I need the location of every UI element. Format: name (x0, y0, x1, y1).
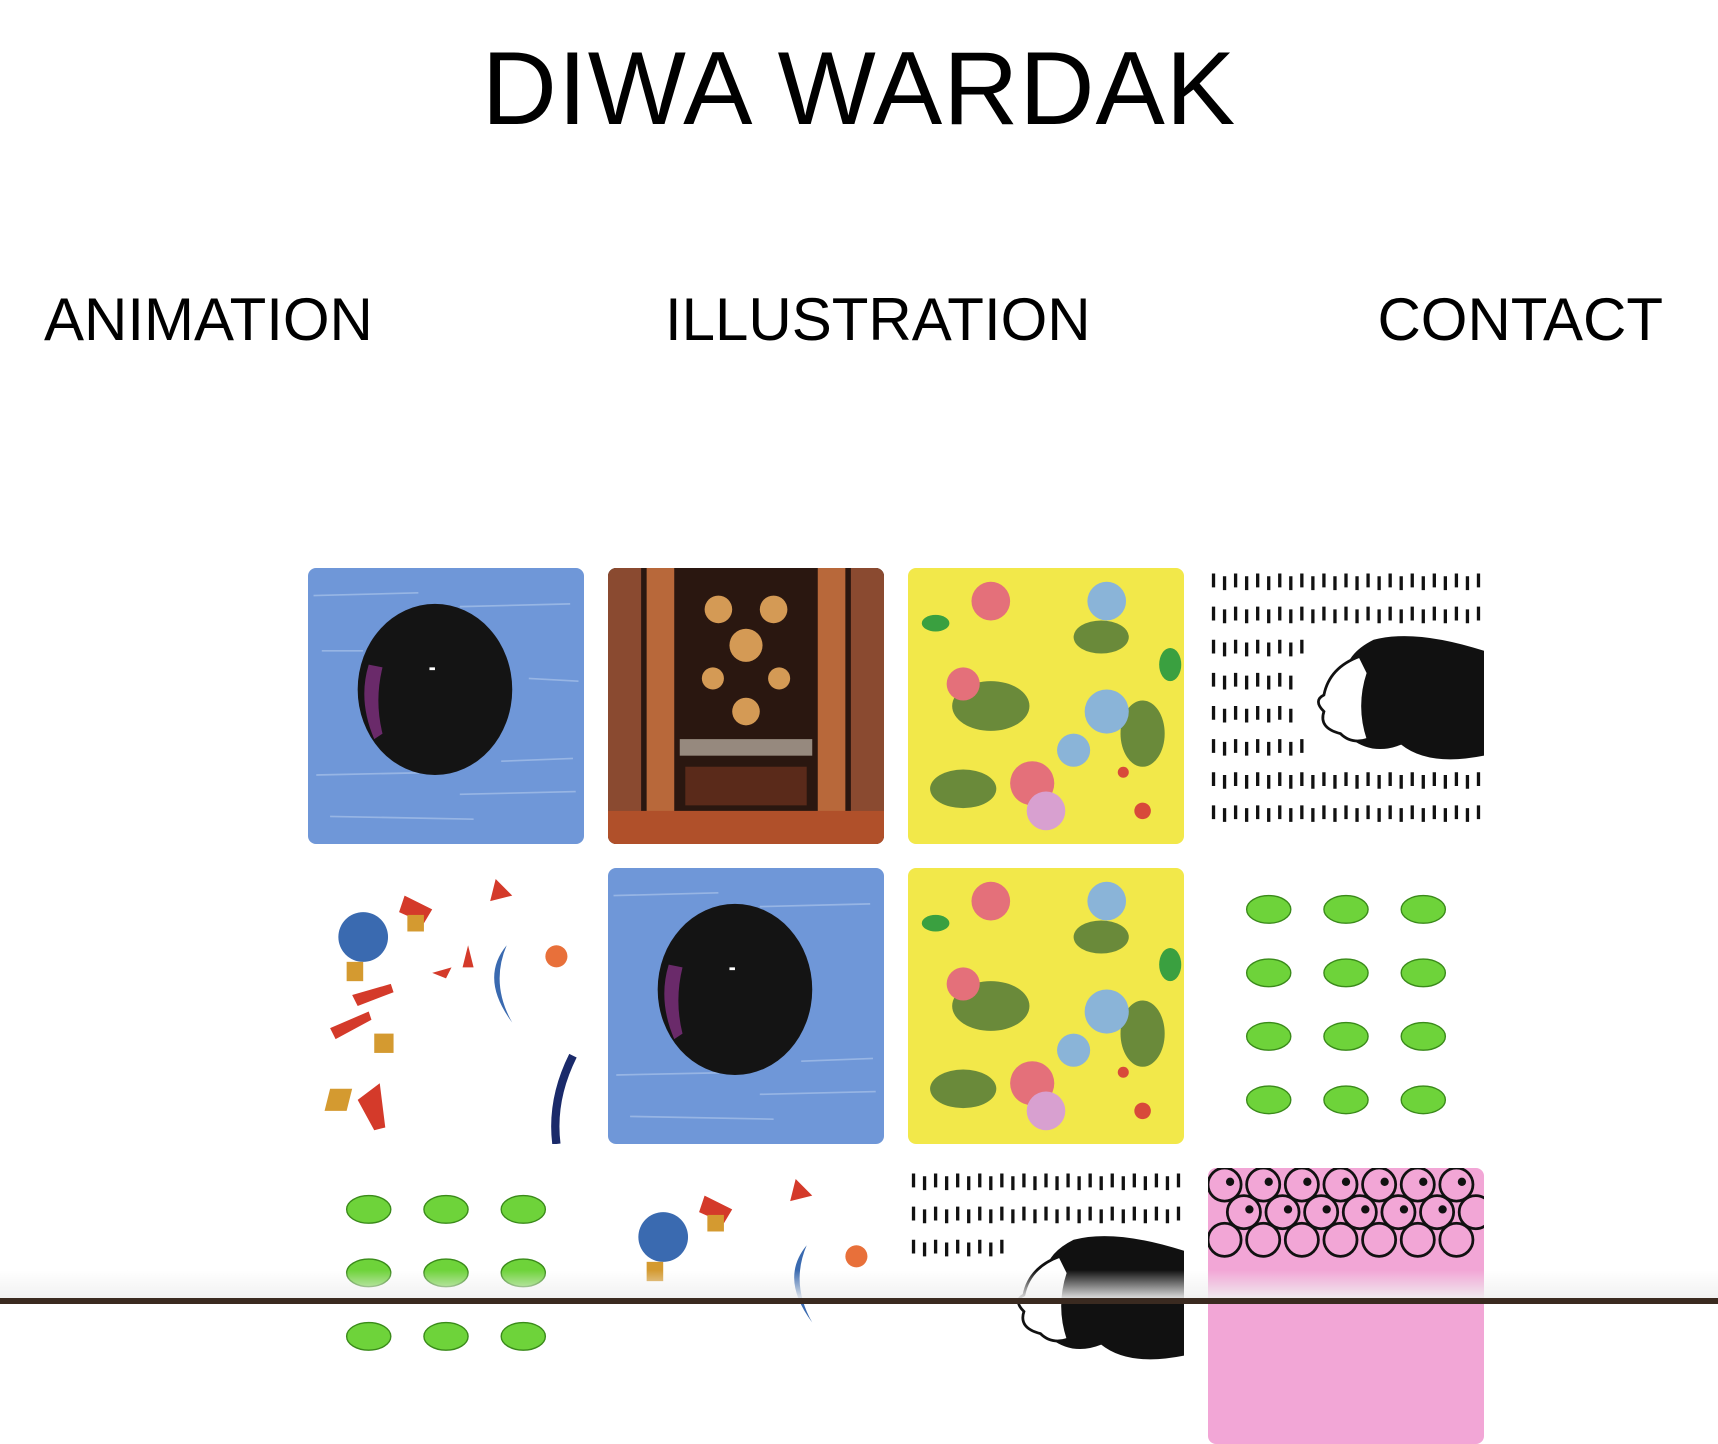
nav-animation[interactable]: ANIMATION (44, 285, 373, 355)
ornate-textile-artwork (608, 568, 884, 844)
blue-moon-artwork (308, 568, 584, 844)
profile-dashes-artwork (1208, 568, 1484, 844)
frog-grid-artwork (308, 1168, 584, 1444)
gallery-tile-paper-collage[interactable] (608, 1168, 884, 1444)
paper-collage-artwork (308, 868, 584, 1144)
gallery-tile-pink-scales[interactable] (1208, 1168, 1484, 1444)
bottom-fade (0, 1270, 1718, 1298)
gallery-tile-yellow-floral[interactable] (908, 568, 1184, 844)
pink-scales-artwork (1208, 1168, 1484, 1444)
gallery-tile-frog-grid[interactable] (1208, 868, 1484, 1144)
profile-dashes-artwork (908, 1168, 1184, 1444)
gallery-tile-blue-moon[interactable] (608, 868, 884, 1144)
window-bottom-edge (0, 1298, 1718, 1304)
gallery-tile-ornate-textile[interactable] (608, 568, 884, 844)
gallery-tile-blue-moon[interactable] (308, 568, 584, 844)
site-title[interactable]: DIWA WARDAK (0, 30, 1718, 148)
nav-contact[interactable]: CONTACT (1377, 285, 1663, 355)
nav-illustration[interactable]: ILLUSTRATION (665, 285, 1091, 355)
gallery-tile-paper-collage[interactable] (308, 868, 584, 1144)
yellow-floral-artwork (908, 868, 1184, 1144)
paper-collage-artwork (608, 1168, 884, 1444)
gallery-tile-yellow-floral[interactable] (908, 868, 1184, 1144)
blue-moon-artwork (608, 868, 884, 1144)
gallery-tile-profile-dashes[interactable] (908, 1168, 1184, 1444)
yellow-floral-artwork (908, 568, 1184, 844)
frog-grid-artwork (1208, 868, 1484, 1144)
gallery-tile-profile-dashes[interactable] (1208, 568, 1484, 844)
gallery-tile-frog-grid[interactable] (308, 1168, 584, 1444)
